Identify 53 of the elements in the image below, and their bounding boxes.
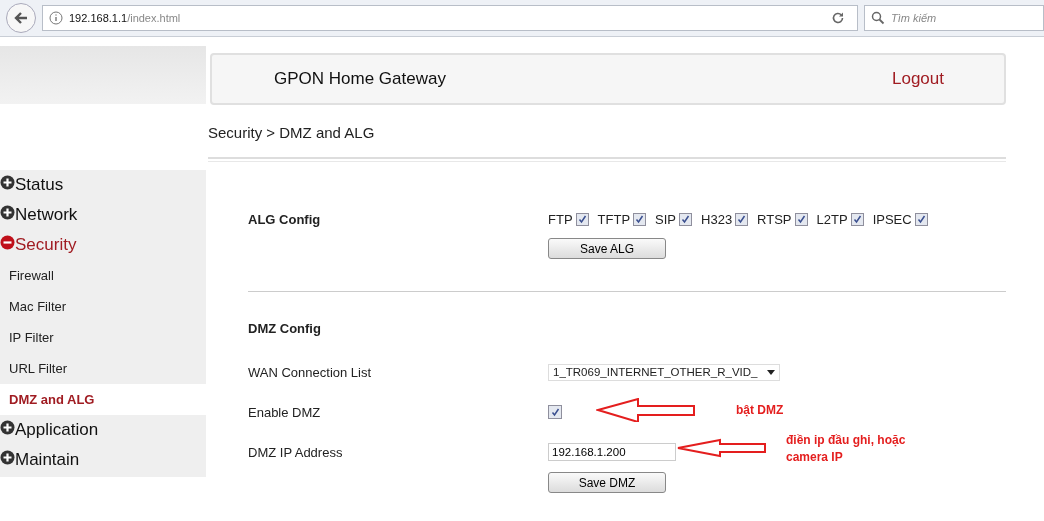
save-alg-button[interactable]: Save ALG: [548, 238, 666, 259]
annotation-text: bật DMZ: [736, 403, 784, 417]
sidebar-item[interactable]: Application: [0, 415, 206, 445]
checkbox[interactable]: [914, 213, 928, 226]
caret-icon: [767, 369, 775, 375]
checkbox[interactable]: [735, 213, 749, 226]
sidebar-subitem[interactable]: IP Filter: [0, 322, 206, 353]
checkbox[interactable]: [633, 213, 647, 226]
sidebar-item[interactable]: Maintain: [0, 445, 206, 475]
plus-icon: [0, 449, 15, 465]
search-icon: [871, 11, 885, 25]
minus-icon: [0, 234, 15, 250]
sidebar-subitem[interactable]: Mac Filter: [0, 291, 206, 322]
sidebar-subitem[interactable]: URL Filter: [0, 353, 206, 384]
checkbox[interactable]: [679, 213, 693, 226]
section-title: DMZ Config: [248, 320, 322, 336]
logout-link[interactable]: Logout: [892, 69, 944, 89]
section-title: ALG Config: [248, 212, 322, 227]
search-field[interactable]: Tìm kiếm: [864, 5, 1044, 31]
protocol-label: SIP: [655, 212, 677, 227]
sidebar-item[interactable]: Status: [0, 170, 206, 200]
checkbox[interactable]: [850, 213, 864, 226]
protocol-label: L2TP: [816, 212, 848, 227]
gateway-title: GPON Home Gateway: [274, 69, 446, 89]
info-icon: [49, 11, 63, 25]
checkbox[interactable]: [575, 213, 589, 226]
annotation-text: điền ip đầu ghi, hoặc camera IP: [786, 432, 907, 466]
wan-connection-dropdown[interactable]: 1_TR069_INTERNET_OTHER_R_VID_: [548, 363, 780, 381]
sidebar-subitem[interactable]: Firewall: [0, 260, 206, 291]
reload-icon[interactable]: [831, 11, 845, 25]
back-button[interactable]: [6, 3, 36, 33]
breadcrumb: Security > DMZ and ALG: [208, 124, 376, 141]
field-label: WAN Connection List: [248, 364, 373, 380]
address-bar[interactable]: 192.168.1.1/index.html: [42, 5, 858, 31]
protocol-label: FTP: [548, 212, 573, 227]
url-text: 192.168.1.1/index.html: [69, 12, 182, 24]
protocol-label: H323: [701, 212, 733, 227]
enable-dmz-checkbox[interactable]: [548, 405, 562, 419]
protocol-label: RTSP: [757, 212, 792, 227]
field-label: Enable DMZ: [248, 404, 322, 420]
protocol-label: TFTP: [597, 212, 631, 227]
sidebar-item[interactable]: Security: [0, 230, 206, 260]
back-arrow-icon: [13, 10, 29, 26]
plus-icon: [0, 174, 15, 190]
checkbox[interactable]: [794, 213, 808, 226]
save-dmz-button[interactable]: Save DMZ: [548, 472, 666, 493]
sidebar-item[interactable]: Network: [0, 200, 206, 230]
plus-icon: [0, 419, 15, 435]
field-label: DMZ IP Address: [248, 444, 344, 460]
sidebar-subitem[interactable]: DMZ and ALG: [0, 384, 206, 415]
plus-icon: [0, 204, 15, 220]
dmz-ip-field[interactable]: 192.168.1.200: [548, 443, 676, 461]
protocol-label: IPSEC: [872, 212, 912, 227]
